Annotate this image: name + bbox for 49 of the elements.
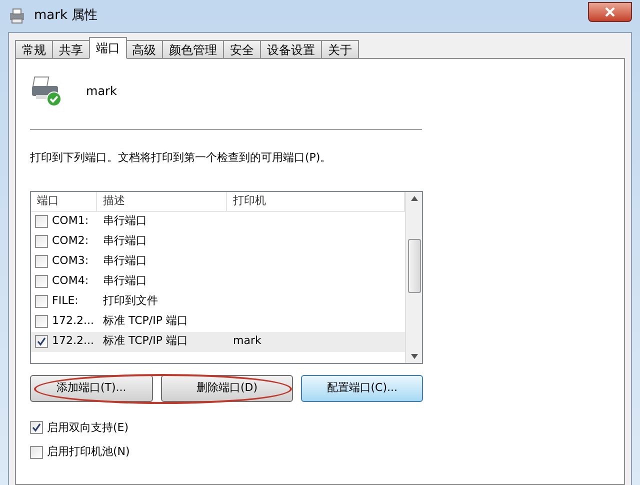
table-cell-text: COM2: [52, 233, 89, 250]
checkbox-label[interactable]: 启用双向支持(E) [47, 420, 129, 436]
table-cell-text: 172.2... [52, 313, 94, 330]
table-cell-text: FILE: [52, 293, 78, 310]
table-cell-text: COM1: [52, 213, 89, 230]
checkbox[interactable] [30, 421, 43, 434]
tab[interactable]: 常规 [15, 40, 53, 59]
tab[interactable]: 端口 [89, 37, 127, 59]
table-cell-text: 串行端口 [102, 253, 148, 270]
button[interactable]: 添加端口(T)... [30, 374, 153, 402]
table-cell-text: 串行端口 [102, 233, 148, 250]
button[interactable]: 删除端口(D) [160, 374, 294, 402]
table-cell: mark [233, 334, 262, 348]
checkbox[interactable] [35, 255, 48, 268]
scroll-up-icon[interactable] [410, 196, 418, 200]
checkbox[interactable] [35, 315, 48, 328]
column-header[interactable]: 描述 [97, 192, 227, 210]
window-title: mark 属性 [34, 7, 98, 26]
printer-name: mark [86, 83, 117, 100]
checkbox[interactable] [35, 295, 48, 308]
scroll-thumb[interactable] [408, 238, 420, 292]
scroll-down-icon[interactable] [410, 354, 418, 358]
checkbox[interactable] [35, 235, 48, 248]
checkbox-label[interactable]: 启用打印机池(N) [47, 444, 130, 460]
button[interactable]: 配置端口(C)... [301, 374, 423, 402]
table-cell-text: 串行端口 [102, 273, 148, 290]
checkbox[interactable] [35, 335, 48, 348]
close-icon [605, 7, 615, 17]
table-row[interactable]: 172.2... 标准 TCP/IP 端口 mark [31, 332, 405, 352]
table-cell-text: 打印到文件 [102, 293, 159, 310]
instruction-text: 打印到下列端口。文档将打印到第一个检查到的可用端口(P)。 [30, 150, 332, 166]
tab[interactable]: 关于 [321, 40, 359, 59]
table-cell-text: 标准 TCP/IP 端口 [102, 333, 189, 350]
table-cell-text: COM3: [52, 253, 89, 270]
tab[interactable]: 安全 [223, 40, 261, 59]
table-cell-text: 172.2... [52, 333, 94, 350]
checkbox[interactable] [35, 275, 48, 288]
tab[interactable]: 设备设置 [260, 40, 322, 59]
tab[interactable]: 颜色管理 [162, 40, 224, 59]
scrollbar[interactable] [405, 192, 422, 362]
tab[interactable]: 共享 [52, 40, 90, 59]
table-cell-text: 串行端口 [102, 213, 148, 230]
checkbox[interactable] [35, 215, 48, 228]
column-header[interactable]: 端口 [31, 192, 97, 210]
table-cell-text: 标准 TCP/IP 端口 [102, 313, 189, 330]
checkbox[interactable] [30, 446, 43, 459]
printer-icon [8, 8, 26, 24]
close-button[interactable] [588, 2, 632, 22]
table-cell-text: COM4: [52, 273, 89, 290]
